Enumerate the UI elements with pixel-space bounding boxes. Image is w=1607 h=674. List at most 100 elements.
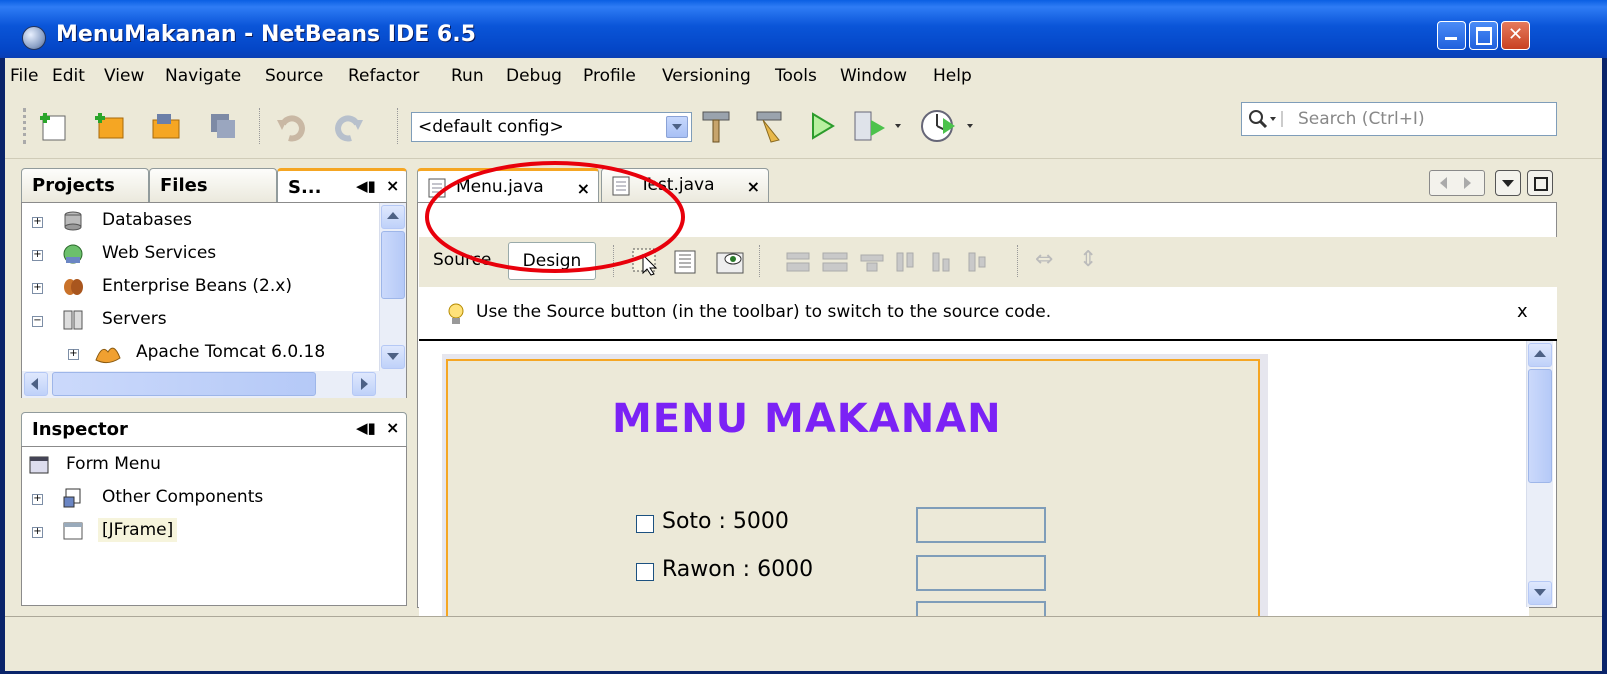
chevron-up-icon: [1534, 350, 1546, 357]
align-tools-icon[interactable]: [783, 249, 1013, 275]
java-file-icon: [612, 176, 630, 196]
close-window-button[interactable]: ✕: [1501, 21, 1530, 50]
expand-icon[interactable]: +: [68, 349, 79, 360]
tab-scroll-buttons[interactable]: [1429, 170, 1485, 196]
checkbox-label: Soto : 5000: [662, 509, 789, 534]
open-project-icon[interactable]: [149, 110, 183, 142]
toolbar-grip: [23, 108, 28, 144]
new-file-icon[interactable]: [37, 110, 71, 142]
search-input[interactable]: Search (Ctrl+I): [1298, 109, 1425, 129]
menu-window[interactable]: Window: [840, 66, 907, 86]
maximize-editor-button[interactable]: [1527, 170, 1553, 196]
expand-icon[interactable]: +: [32, 494, 43, 505]
textfield-soto[interactable]: [916, 507, 1046, 543]
expand-icon[interactable]: +: [32, 527, 43, 538]
expand-icon[interactable]: +: [32, 250, 43, 261]
form-frame: MENU MAKANAN Soto : 5000 Rawon : 6000: [442, 354, 1268, 641]
redo-icon[interactable]: [331, 110, 365, 142]
tab-menu-java[interactable]: Menu.java ×: [417, 168, 599, 202]
config-select[interactable]: <default config>: [411, 112, 692, 142]
hint-text: Use the Source button (in the toolbar) t…: [476, 302, 1052, 322]
tab-inspector[interactable]: Inspector ◀▮ ×: [21, 412, 407, 446]
preview-design-icon[interactable]: [715, 247, 745, 277]
checkbox-box[interactable]: [636, 563, 654, 581]
horizontal-resize-icon[interactable]: ⇔: [1035, 247, 1053, 272]
vertical-resize-icon[interactable]: ⇕: [1079, 247, 1097, 272]
menu-versioning[interactable]: Versioning: [662, 66, 751, 86]
save-all-icon[interactable]: [205, 110, 239, 142]
scroll-right-button[interactable]: [352, 372, 376, 396]
scroll-thumb[interactable]: [381, 231, 405, 299]
tab-files[interactable]: Files: [149, 168, 277, 202]
scroll-down-button[interactable]: [381, 345, 405, 369]
minimize-panel-icon[interactable]: ◀▮: [356, 419, 376, 437]
checkbox-box[interactable]: [636, 515, 654, 533]
search-box[interactable]: Search (Ctrl+I): [1241, 102, 1557, 136]
chevron-right-icon[interactable]: [1464, 177, 1471, 189]
search-icon[interactable]: [1248, 109, 1288, 129]
undo-icon[interactable]: [275, 110, 309, 142]
form-heading-label[interactable]: MENU MAKANAN: [612, 396, 1002, 442]
expand-icon[interactable]: +: [32, 217, 43, 228]
close-hint-button[interactable]: x: [1517, 301, 1528, 322]
close-panel-icon[interactable]: ×: [386, 176, 399, 195]
checkbox-label: Rawon : 6000: [662, 557, 814, 582]
java-file-icon: [428, 178, 446, 198]
selection-mode-icon[interactable]: [631, 247, 663, 277]
menu-profile[interactable]: Profile: [583, 66, 636, 86]
menu-view[interactable]: View: [104, 66, 144, 86]
editor-area: Menu.java × Test.java × Source Design ⇔ …: [417, 168, 1557, 641]
scroll-up-button[interactable]: [381, 205, 405, 229]
menu-run[interactable]: Run: [451, 66, 484, 86]
clean-build-icon[interactable]: [751, 108, 789, 144]
tree-item-label: Enterprise Beans (2.x): [102, 276, 292, 296]
connection-mode-icon[interactable]: [671, 247, 701, 277]
close-panel-icon[interactable]: ×: [386, 418, 399, 437]
menu-edit[interactable]: Edit: [52, 66, 85, 86]
chevron-down-icon: [1502, 180, 1514, 187]
maximize-button[interactable]: [1469, 21, 1498, 50]
new-project-icon[interactable]: [93, 110, 127, 142]
menu-tools[interactable]: Tools: [775, 66, 817, 86]
collapse-icon[interactable]: −: [32, 316, 43, 327]
scroll-down-button[interactable]: [1528, 581, 1552, 605]
chevron-left-icon[interactable]: [1440, 177, 1447, 189]
netbeans-app-icon: [22, 26, 46, 50]
expand-icon[interactable]: +: [32, 283, 43, 294]
close-tab-icon[interactable]: ×: [577, 179, 590, 198]
menu-source[interactable]: Source: [265, 66, 323, 86]
horizontal-scrollbar[interactable]: [22, 371, 406, 398]
design-canvas[interactable]: MENU MAKANAN Soto : 5000 Rawon : 6000: [419, 341, 1529, 641]
scroll-left-button[interactable]: [24, 372, 48, 396]
design-button[interactable]: Design: [508, 242, 596, 280]
canvas-vertical-scrollbar[interactable]: [1526, 341, 1553, 607]
menu-refactor[interactable]: Refactor: [348, 66, 419, 86]
tree-item-label: Servers: [102, 309, 167, 329]
tab-test-java[interactable]: Test.java ×: [601, 168, 769, 202]
chevron-down-icon[interactable]: [666, 116, 688, 138]
textfield-rawon[interactable]: [916, 555, 1046, 591]
tab-list-button[interactable]: [1495, 170, 1521, 196]
scroll-thumb[interactable]: [52, 372, 316, 396]
run-icon[interactable]: [805, 110, 839, 142]
jframe-form[interactable]: MENU MAKANAN Soto : 5000 Rawon : 6000: [446, 359, 1260, 641]
build-hammer-icon[interactable]: [697, 108, 735, 144]
menu-help[interactable]: Help: [933, 66, 972, 86]
debug-icon[interactable]: [851, 110, 907, 142]
tab-files-label: Files: [160, 175, 208, 196]
menu-navigate[interactable]: Navigate: [165, 66, 241, 86]
minimize-button[interactable]: [1437, 21, 1466, 50]
scroll-up-button[interactable]: [1528, 343, 1552, 367]
menu-file[interactable]: File: [10, 66, 38, 86]
close-tab-icon[interactable]: ×: [747, 177, 760, 196]
profile-icon[interactable]: [919, 108, 979, 144]
tab-services[interactable]: S... ◀▮ ×: [277, 168, 407, 202]
tab-projects[interactable]: Projects: [21, 168, 149, 202]
config-value: <default config>: [418, 117, 564, 137]
vertical-scrollbar[interactable]: [379, 203, 406, 371]
minimize-panel-icon[interactable]: ◀▮: [356, 177, 376, 195]
source-button[interactable]: Source: [433, 250, 491, 270]
menu-debug[interactable]: Debug: [506, 66, 562, 86]
scroll-thumb[interactable]: [1528, 369, 1552, 483]
title-bar[interactable]: MenuMakanan - NetBeans IDE 6.5 ✕: [0, 0, 1607, 58]
